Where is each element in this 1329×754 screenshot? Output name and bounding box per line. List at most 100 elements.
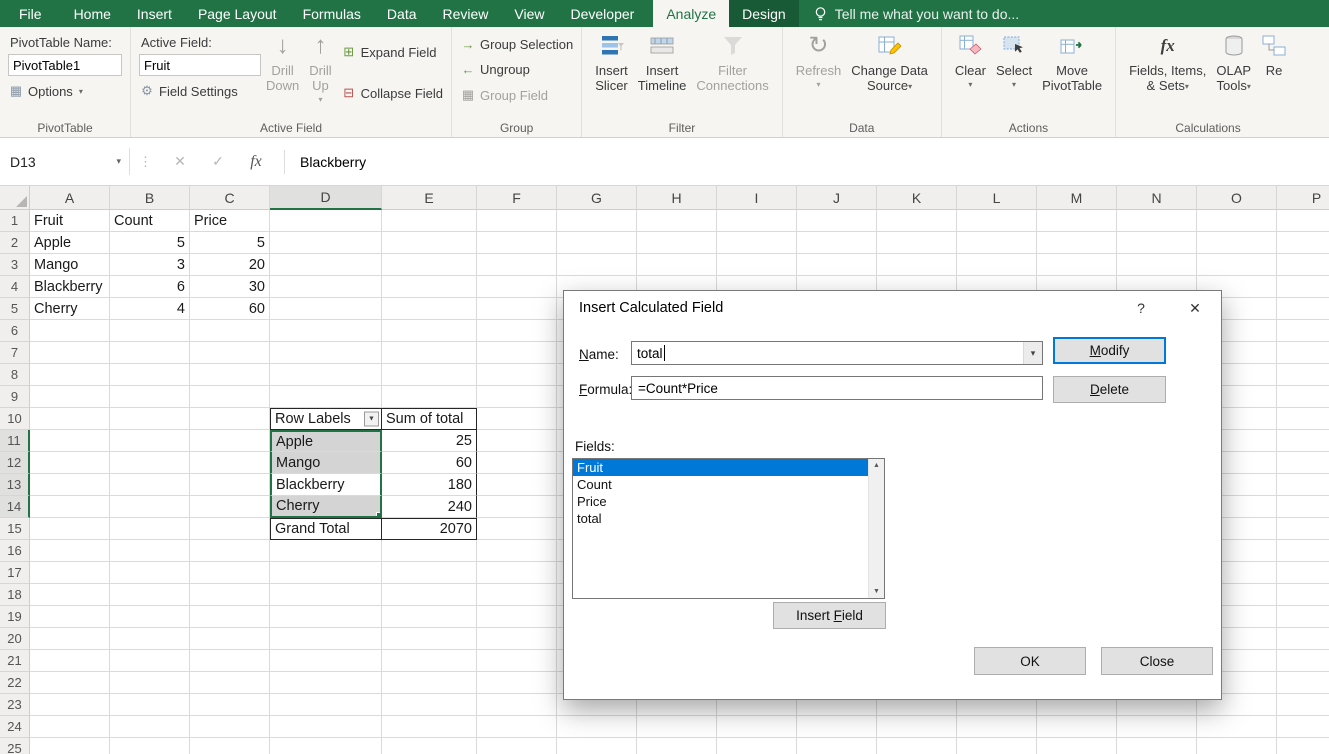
cell-B3[interactable]: 3 (110, 254, 190, 276)
enter-icon[interactable]: ✓ (199, 153, 237, 170)
cell-F16[interactable] (477, 540, 557, 562)
cell-M24[interactable] (1037, 716, 1117, 738)
fields-listbox[interactable]: FruitCountPricetotal ▲ ▼ (572, 458, 885, 599)
cell-B8[interactable] (110, 364, 190, 386)
row-header-13[interactable]: 13 (0, 474, 30, 496)
delete-button[interactable]: Delete (1053, 376, 1166, 403)
cell-D20[interactable] (270, 628, 382, 650)
row-header-9[interactable]: 9 (0, 386, 30, 408)
cell-A18[interactable] (30, 584, 110, 606)
cell-L3[interactable] (957, 254, 1037, 276)
cell-P15[interactable] (1277, 518, 1329, 540)
cell-A3[interactable]: Mango (30, 254, 110, 276)
cell-A21[interactable] (30, 650, 110, 672)
row-header-6[interactable]: 6 (0, 320, 30, 342)
row-header-22[interactable]: 22 (0, 672, 30, 694)
cell-N2[interactable] (1117, 232, 1197, 254)
cell-B23[interactable] (110, 694, 190, 716)
field-item-count[interactable]: Count (573, 476, 868, 493)
cell-F2[interactable] (477, 232, 557, 254)
menu-tab-home[interactable]: Home (61, 0, 124, 27)
row-header-19[interactable]: 19 (0, 606, 30, 628)
collapse-field-button[interactable]: ⊟ Collapse Field (341, 85, 443, 101)
cell-K24[interactable] (877, 716, 957, 738)
cell-D19[interactable] (270, 606, 382, 628)
cell-I2[interactable] (717, 232, 797, 254)
cell-B4[interactable]: 6 (110, 276, 190, 298)
cell-F14[interactable] (477, 496, 557, 518)
cell-E25[interactable] (382, 738, 477, 754)
column-header-E[interactable]: E (382, 186, 477, 210)
cell-D16[interactable] (270, 540, 382, 562)
pivottable-name-input[interactable] (8, 54, 122, 76)
cell-L25[interactable] (957, 738, 1037, 754)
name-combobox[interactable]: total ▾ (631, 341, 1043, 365)
cell-B2[interactable]: 5 (110, 232, 190, 254)
cell-N3[interactable] (1117, 254, 1197, 276)
column-header-P[interactable]: P (1277, 186, 1329, 210)
cell-B22[interactable] (110, 672, 190, 694)
cell-O3[interactable] (1197, 254, 1277, 276)
cell-E6[interactable] (382, 320, 477, 342)
cell-E4[interactable] (382, 276, 477, 298)
menu-tab-data[interactable]: Data (374, 0, 430, 27)
cell-G3[interactable] (557, 254, 637, 276)
column-header-M[interactable]: M (1037, 186, 1117, 210)
cell-C1[interactable]: Price (190, 210, 270, 232)
cell-E7[interactable] (382, 342, 477, 364)
cell-H3[interactable] (637, 254, 717, 276)
row-header-17[interactable]: 17 (0, 562, 30, 584)
cell-E23[interactable] (382, 694, 477, 716)
cell-C19[interactable] (190, 606, 270, 628)
cell-E3[interactable] (382, 254, 477, 276)
formula-field[interactable]: =Count*Price (631, 376, 1043, 400)
cell-B5[interactable]: 4 (110, 298, 190, 320)
cell-J3[interactable] (797, 254, 877, 276)
cell-B9[interactable] (110, 386, 190, 408)
name-dropdown-button[interactable]: ▾ (1023, 342, 1042, 364)
cell-H2[interactable] (637, 232, 717, 254)
cell-K2[interactable] (877, 232, 957, 254)
cell-B13[interactable] (110, 474, 190, 496)
column-header-D[interactable]: D (270, 186, 382, 210)
cell-F5[interactable] (477, 298, 557, 320)
cell-P7[interactable] (1277, 342, 1329, 364)
cell-P1[interactable] (1277, 210, 1329, 232)
menu-tab-design[interactable]: Design (729, 0, 799, 27)
cell-I1[interactable] (717, 210, 797, 232)
active-field-input[interactable] (139, 54, 261, 76)
cell-B12[interactable] (110, 452, 190, 474)
cell-E2[interactable] (382, 232, 477, 254)
cell-D9[interactable] (270, 386, 382, 408)
cell-N24[interactable] (1117, 716, 1197, 738)
cell-E24[interactable] (382, 716, 477, 738)
cell-C9[interactable] (190, 386, 270, 408)
cell-E15[interactable]: 2070 (382, 518, 477, 540)
cell-F17[interactable] (477, 562, 557, 584)
cell-B17[interactable] (110, 562, 190, 584)
cell-F7[interactable] (477, 342, 557, 364)
cell-D10[interactable]: Row Labels▼ (270, 408, 382, 430)
modify-button[interactable]: Modify (1053, 337, 1166, 364)
menu-tab-insert[interactable]: Insert (124, 0, 185, 27)
cell-L1[interactable] (957, 210, 1037, 232)
cell-A5[interactable]: Cherry (30, 298, 110, 320)
cell-D5[interactable] (270, 298, 382, 320)
cell-C17[interactable] (190, 562, 270, 584)
name-box[interactable]: D13 ▾ (0, 148, 130, 175)
dialog-close-icon[interactable]: ✕ (1175, 291, 1215, 325)
cell-P20[interactable] (1277, 628, 1329, 650)
cell-C4[interactable]: 30 (190, 276, 270, 298)
dialog-titlebar[interactable]: Insert Calculated Field ? ✕ (564, 291, 1221, 325)
close-button[interactable]: Close (1101, 647, 1213, 675)
cell-E21[interactable] (382, 650, 477, 672)
cell-H24[interactable] (637, 716, 717, 738)
cell-D11[interactable]: Apple (270, 430, 382, 452)
cell-F23[interactable] (477, 694, 557, 716)
cell-B18[interactable] (110, 584, 190, 606)
cell-C10[interactable] (190, 408, 270, 430)
dialog-help-button[interactable]: ? (1121, 291, 1161, 325)
cell-C5[interactable]: 60 (190, 298, 270, 320)
cell-D8[interactable] (270, 364, 382, 386)
cell-O25[interactable] (1197, 738, 1277, 754)
